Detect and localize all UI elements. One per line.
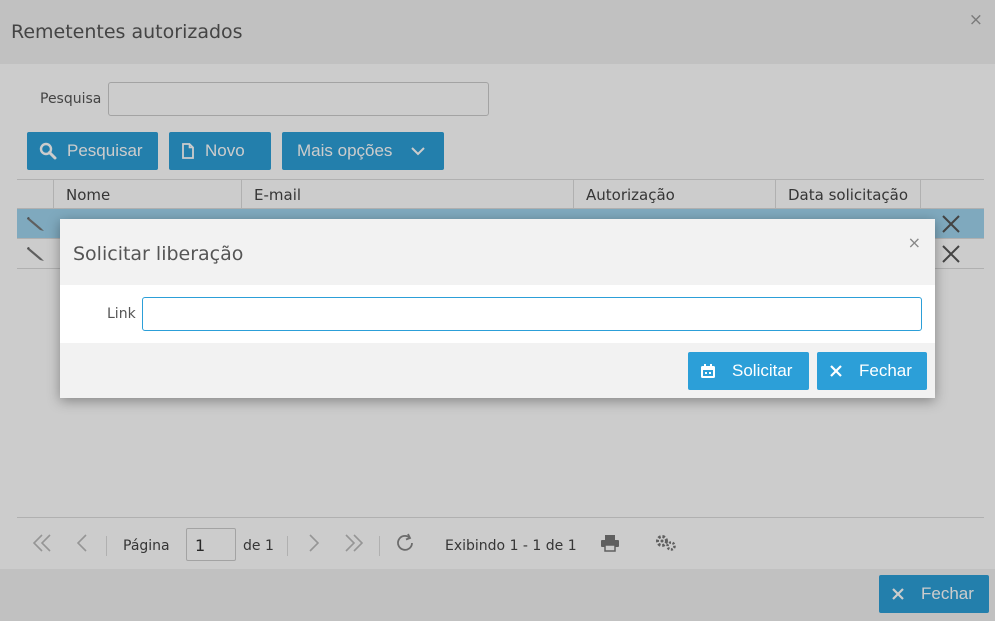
link-label: Link (107, 306, 136, 322)
link-input[interactable] (142, 297, 922, 331)
dialog-header: Solicitar liberação × (60, 219, 935, 285)
dialog-title: Solicitar liberação (73, 243, 244, 265)
request-button[interactable]: Solicitar (688, 352, 809, 390)
request-button-label: Solicitar (732, 361, 793, 380)
close-dialog-button[interactable]: Fechar (817, 352, 927, 390)
close-dialog-label: Fechar (859, 361, 912, 380)
dialog-footer: Solicitar Fechar (60, 343, 935, 398)
calendar-icon (700, 363, 716, 379)
dialog-close-icon[interactable]: × (908, 233, 921, 252)
close-icon (829, 364, 843, 378)
request-release-dialog: Solicitar liberação × Link Solicitar Fec… (60, 219, 935, 398)
dialog-body: Link (60, 285, 935, 343)
